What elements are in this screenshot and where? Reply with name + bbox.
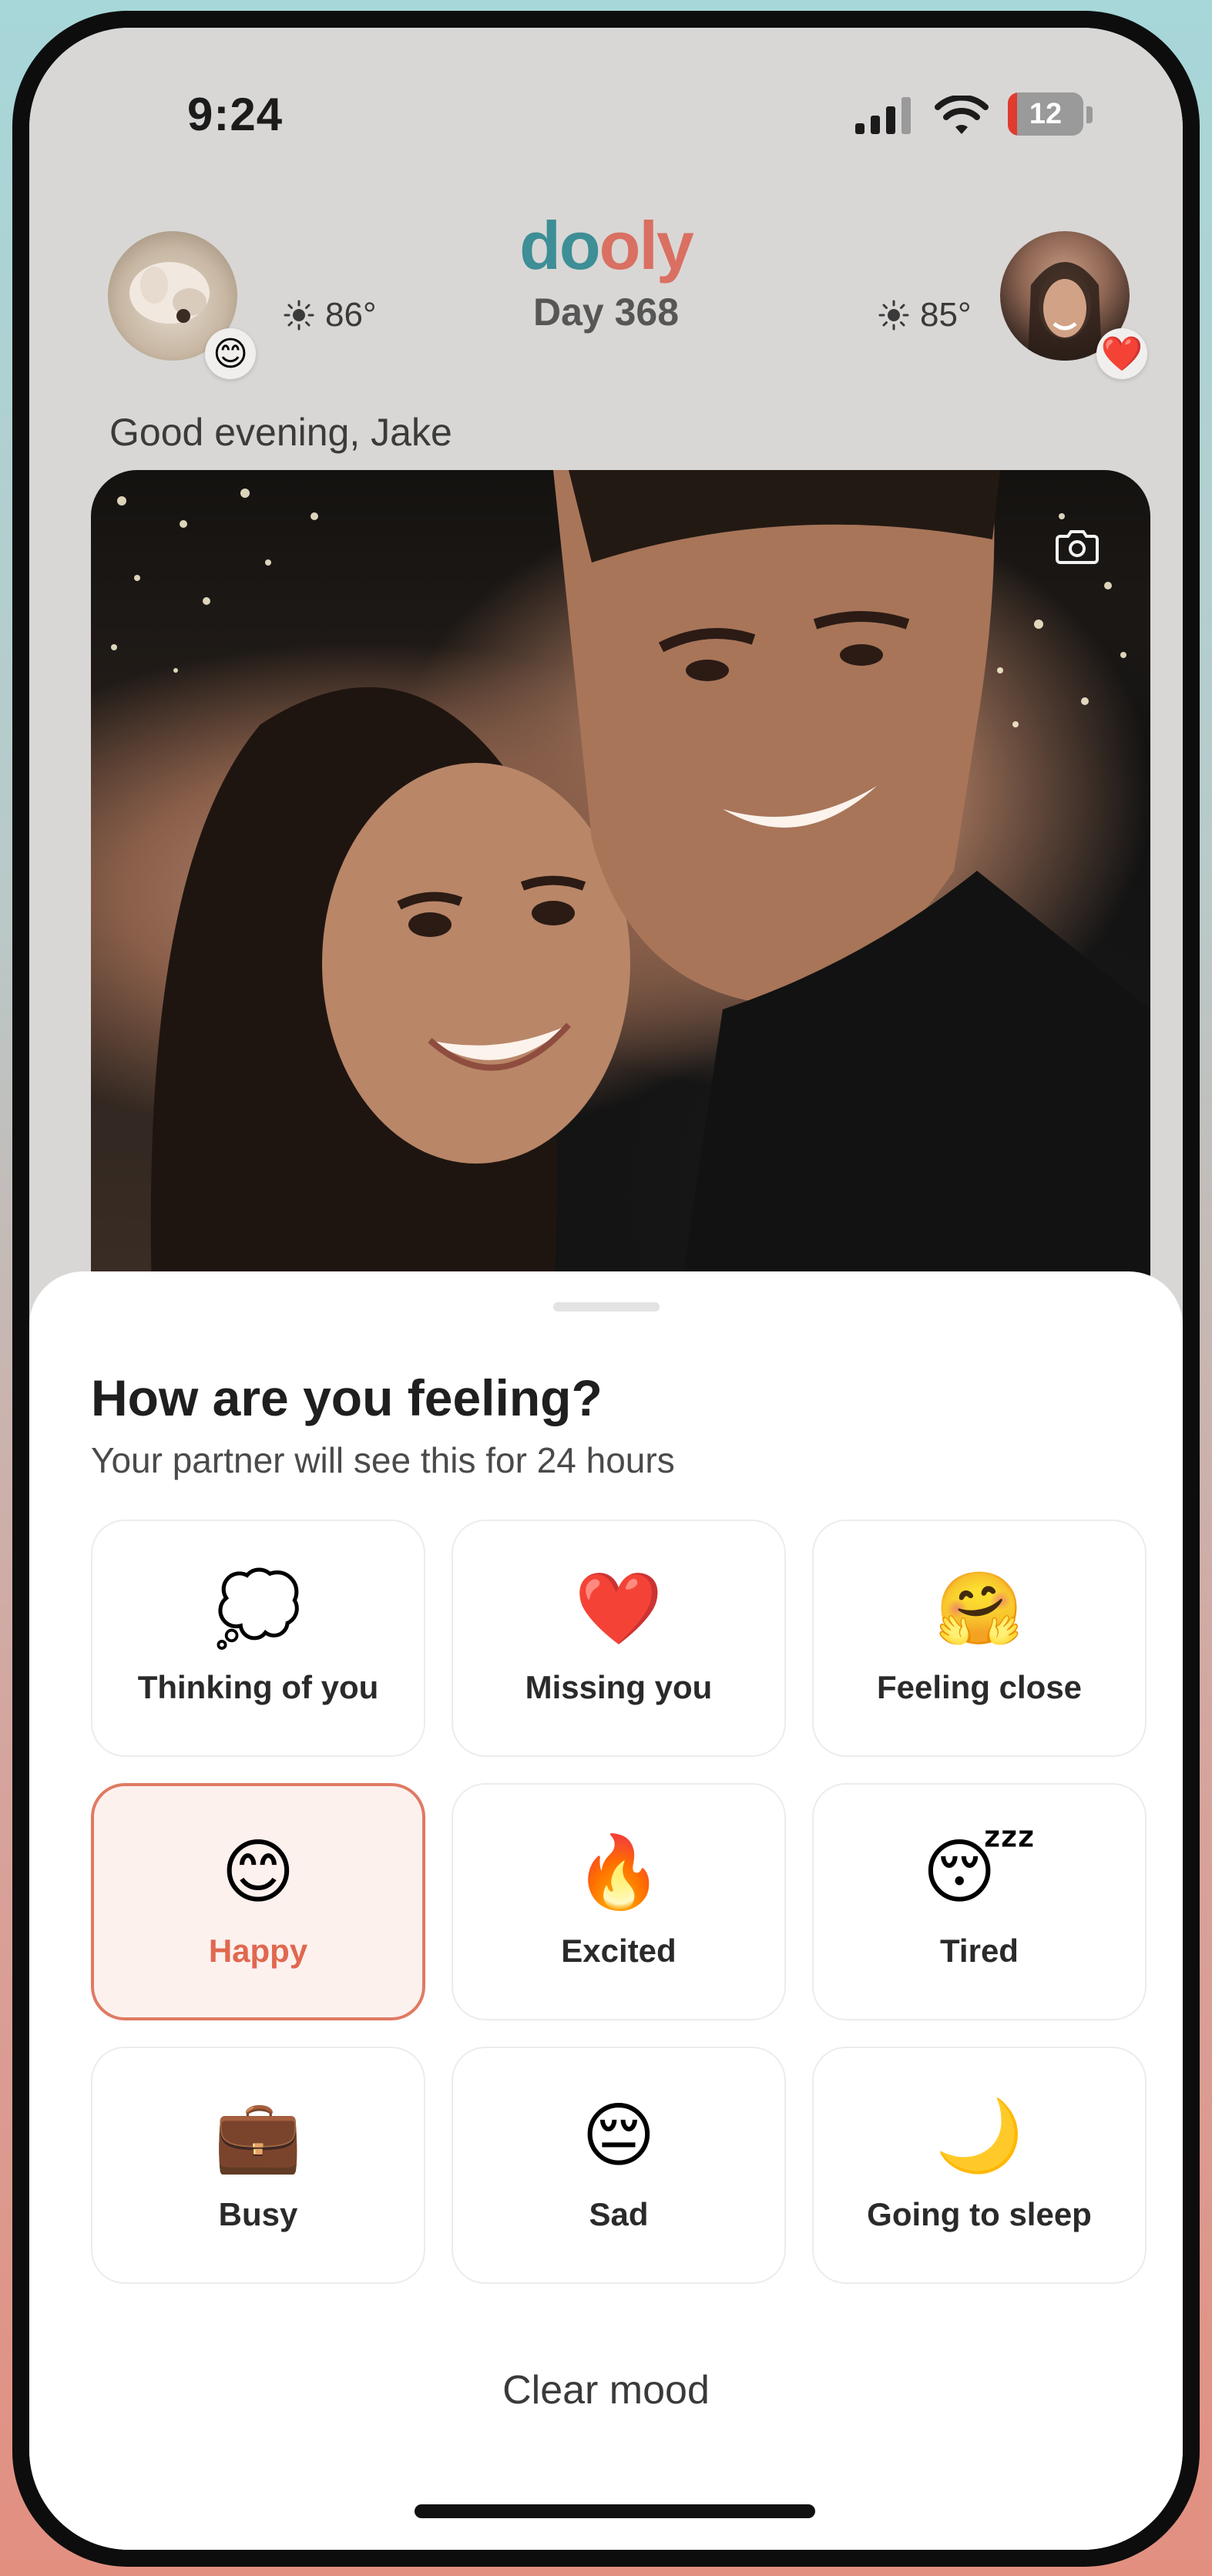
partner-heart-badge[interactable]: ❤️ <box>1096 328 1147 379</box>
mood-option-busy[interactable]: 💼 Busy <box>91 2047 425 2284</box>
mood-label: Going to sleep <box>867 2196 1092 2232</box>
mood-grid: 💭 Thinking of you ❤️ Missing you 🤗 Feeli… <box>91 1520 1147 2284</box>
crescent-moon-icon: 🌙 <box>935 2097 1024 2175</box>
mood-label: Tired <box>940 1933 1019 1969</box>
sheet-title: How are you feeling? <box>91 1369 603 1426</box>
partner-weather: 85° <box>878 296 972 334</box>
sheet-subtitle: Your partner will see this for 24 hours <box>91 1440 675 1480</box>
mood-bottom-sheet: How are you feeling? Your partner will s… <box>29 1271 1183 2550</box>
mood-option-feeling-close[interactable]: 🤗 Feeling close <box>812 1520 1147 1757</box>
couple-photo[interactable] <box>91 470 1150 1318</box>
mood-option-thinking-of-you[interactable]: 💭 Thinking of you <box>91 1520 425 1757</box>
phone-frame: 9:24 12 😊 86° dooly Day 368 85° ❤️ Good … <box>12 11 1200 2567</box>
fire-icon: 🔥 <box>574 1833 663 1912</box>
camera-icon[interactable] <box>1056 529 1099 564</box>
mood-option-excited[interactable]: 🔥 Excited <box>452 1783 786 2020</box>
mood-option-missing-you[interactable]: ❤️ Missing you <box>452 1520 786 1757</box>
battery-cap <box>1086 106 1093 123</box>
partner-temperature: 85° <box>920 296 972 334</box>
mood-option-happy[interactable]: 😊 Happy <box>91 1783 425 2020</box>
briefcase-icon: 💼 <box>213 2097 303 2175</box>
mood-label: Excited <box>561 1933 677 1969</box>
mood-option-sad[interactable]: 😔 Sad <box>452 2047 786 2284</box>
mood-label: Missing you <box>525 1669 713 1705</box>
battery-percent: 12 <box>1029 97 1063 130</box>
mood-option-tired[interactable]: 😴 Tired <box>812 1783 1147 2020</box>
status-time: 9:24 <box>187 89 284 140</box>
sun-icon <box>878 300 909 331</box>
battery-indicator: 12 <box>1008 92 1083 136</box>
mood-label: Thinking of you <box>137 1669 379 1705</box>
my-mood-badge[interactable]: 😊 <box>205 328 256 379</box>
hugging-face-icon: 🤗 <box>935 1570 1024 1648</box>
home-indicator[interactable] <box>415 2504 815 2518</box>
app-screen: 9:24 12 😊 86° dooly Day 368 85° ❤️ Good … <box>29 28 1183 2550</box>
mood-label: Busy <box>218 2196 298 2232</box>
clear-mood-button[interactable]: Clear mood <box>29 2367 1183 2413</box>
greeting-text: Good evening, Jake <box>109 411 452 454</box>
smiling-face-icon: 😊 <box>221 1833 295 1912</box>
pensive-face-icon: 😔 <box>582 2097 656 2175</box>
cellular-signal-icon <box>855 97 911 134</box>
sheet-drag-handle[interactable] <box>553 1302 660 1312</box>
string-lights-decoration <box>111 470 1150 1318</box>
sleeping-face-icon: 😴 <box>922 1833 1036 1912</box>
heart-icon: ❤️ <box>574 1570 663 1648</box>
mood-label: Feeling close <box>876 1669 1083 1705</box>
status-bar: 9:24 12 <box>29 28 1183 140</box>
thought-bubble-icon: 💭 <box>213 1570 303 1648</box>
wifi-icon <box>935 96 989 134</box>
mood-option-going-to-sleep[interactable]: 🌙 Going to sleep <box>812 2047 1147 2284</box>
mood-label: Sad <box>589 2196 649 2232</box>
mood-label: Happy <box>208 1933 308 1969</box>
